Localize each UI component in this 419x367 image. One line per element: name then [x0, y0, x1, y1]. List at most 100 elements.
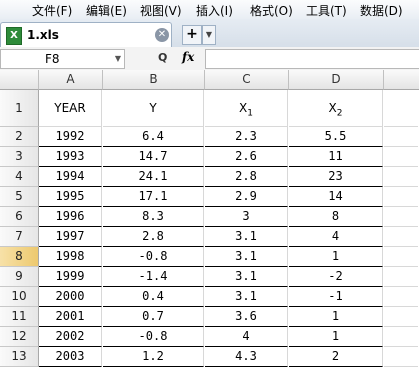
- menu-tools[interactable]: 工具(T): [306, 2, 347, 19]
- cell-a12[interactable]: 2002: [39, 327, 102, 347]
- cell-d7[interactable]: 4: [289, 227, 383, 247]
- cell-e3[interactable]: [384, 147, 418, 167]
- chevron-down-icon[interactable]: ▼: [202, 25, 216, 45]
- cell-e12[interactable]: [384, 327, 418, 347]
- row-header-11[interactable]: 11: [0, 307, 39, 327]
- cell-b5[interactable]: 17.1: [103, 187, 204, 207]
- row-header-1[interactable]: 1: [0, 90, 39, 127]
- cell-a1[interactable]: YEAR: [39, 90, 102, 127]
- cell-c8[interactable]: 3.1: [205, 247, 288, 267]
- cell-c10[interactable]: 3.1: [205, 287, 288, 307]
- cell-d5[interactable]: 14: [289, 187, 383, 207]
- cell-d4[interactable]: 23: [289, 167, 383, 187]
- name-box[interactable]: F8 ▼: [0, 49, 125, 69]
- cell-d11[interactable]: 1: [289, 307, 383, 327]
- zoom-icon[interactable]: Q: [158, 51, 167, 64]
- cell-a13[interactable]: 2003: [39, 347, 102, 367]
- cell-a6[interactable]: 1996: [39, 207, 102, 227]
- cell-b13[interactable]: 1.2: [103, 347, 204, 367]
- cell-b1[interactable]: Y: [103, 90, 204, 127]
- cell-b8[interactable]: -0.8: [103, 247, 204, 267]
- row-header-3[interactable]: 3: [0, 147, 39, 167]
- cell-c3[interactable]: 2.6: [205, 147, 288, 167]
- cell-c4[interactable]: 2.8: [205, 167, 288, 187]
- cell-c6[interactable]: 3: [205, 207, 288, 227]
- menu-edit[interactable]: 编辑(E): [86, 2, 127, 19]
- column-header-b[interactable]: B: [103, 70, 205, 90]
- cell-e6[interactable]: [384, 207, 418, 227]
- cell-a8[interactable]: 1998: [39, 247, 102, 267]
- cell-c9[interactable]: 3.1: [205, 267, 288, 287]
- row-header-5[interactable]: 5: [0, 187, 39, 207]
- select-all-corner[interactable]: [0, 70, 39, 90]
- cell-b11[interactable]: 0.7: [103, 307, 204, 327]
- function-icon[interactable]: fx: [182, 50, 194, 64]
- cell-d8[interactable]: 1: [289, 247, 383, 267]
- row-header-9[interactable]: 9: [0, 267, 39, 287]
- cell-e11[interactable]: [384, 307, 418, 327]
- cell-a10[interactable]: 2000: [39, 287, 102, 307]
- cell-a11[interactable]: 2001: [39, 307, 102, 327]
- close-icon[interactable]: ✕: [155, 28, 169, 42]
- cell-a2[interactable]: 1992: [39, 127, 102, 147]
- cell-a3[interactable]: 1993: [39, 147, 102, 167]
- menu-file[interactable]: 文件(F): [32, 2, 72, 19]
- cell-a7[interactable]: 1997: [39, 227, 102, 247]
- cell-b12[interactable]: -0.8: [103, 327, 204, 347]
- cell-e4[interactable]: [384, 167, 418, 187]
- cell-e2[interactable]: [384, 127, 418, 147]
- cell-c13[interactable]: 4.3: [205, 347, 288, 367]
- new-tab-button[interactable]: +: [182, 25, 202, 45]
- column-header-a[interactable]: A: [39, 70, 103, 90]
- cell-b2[interactable]: 6.4: [103, 127, 204, 147]
- row-header-2[interactable]: 2: [0, 127, 39, 147]
- row-header-13[interactable]: 13: [0, 347, 39, 367]
- chevron-down-icon[interactable]: ▼: [115, 54, 121, 63]
- cell-d9[interactable]: -2: [289, 267, 383, 287]
- cell-c11[interactable]: 3.6: [205, 307, 288, 327]
- cell-a9[interactable]: 1999: [39, 267, 102, 287]
- cell-b7[interactable]: 2.8: [103, 227, 204, 247]
- cell-d3[interactable]: 11: [289, 147, 383, 167]
- cell-b9[interactable]: -1.4: [103, 267, 204, 287]
- cell-c5[interactable]: 2.9: [205, 187, 288, 207]
- column-header-c[interactable]: C: [205, 70, 289, 90]
- menu-view[interactable]: 视图(V): [140, 2, 182, 19]
- column-header-d[interactable]: D: [289, 70, 384, 90]
- cell-d10[interactable]: -1: [289, 287, 383, 307]
- cell-c7[interactable]: 3.1: [205, 227, 288, 247]
- cell-b10[interactable]: 0.4: [103, 287, 204, 307]
- cell-c1[interactable]: X1: [205, 90, 288, 127]
- cell-d13[interactable]: 2: [289, 347, 383, 367]
- cell-b3[interactable]: 14.7: [103, 147, 204, 167]
- row-header-7[interactable]: 7: [0, 227, 39, 247]
- menu-data[interactable]: 数据(D): [360, 2, 403, 19]
- cell-e1[interactable]: [384, 90, 418, 127]
- cell-d6[interactable]: 8: [289, 207, 383, 227]
- row-header-12[interactable]: 12: [0, 327, 39, 347]
- cell-d1[interactable]: X2: [289, 90, 383, 127]
- cell-a4[interactable]: 1994: [39, 167, 102, 187]
- row-header-4[interactable]: 4: [0, 167, 39, 187]
- row-header-10[interactable]: 10: [0, 287, 39, 307]
- cell-d12[interactable]: 1: [289, 327, 383, 347]
- menu-format[interactable]: 格式(O): [250, 2, 293, 19]
- cell-d2[interactable]: 5.5: [289, 127, 383, 147]
- row-header-8[interactable]: 8: [0, 247, 39, 267]
- cell-c2[interactable]: 2.3: [205, 127, 288, 147]
- cell-b6[interactable]: 8.3: [103, 207, 204, 227]
- cell-b4[interactable]: 24.1: [103, 167, 204, 187]
- cell-c12[interactable]: 4: [205, 327, 288, 347]
- cell-e5[interactable]: [384, 187, 418, 207]
- cell-e7[interactable]: [384, 227, 418, 247]
- file-tab[interactable]: X 1.xls ✕: [0, 22, 172, 48]
- cell-a5[interactable]: 1995: [39, 187, 102, 207]
- menu-insert[interactable]: 插入(I): [196, 2, 233, 19]
- formula-input[interactable]: [205, 49, 419, 69]
- cell-e13[interactable]: [384, 347, 418, 367]
- row-header-6[interactable]: 6: [0, 207, 39, 227]
- cell-e10[interactable]: [384, 287, 418, 307]
- cell-e9[interactable]: [384, 267, 418, 287]
- column-header-e[interactable]: [384, 70, 419, 90]
- cell-e8[interactable]: [384, 247, 418, 267]
